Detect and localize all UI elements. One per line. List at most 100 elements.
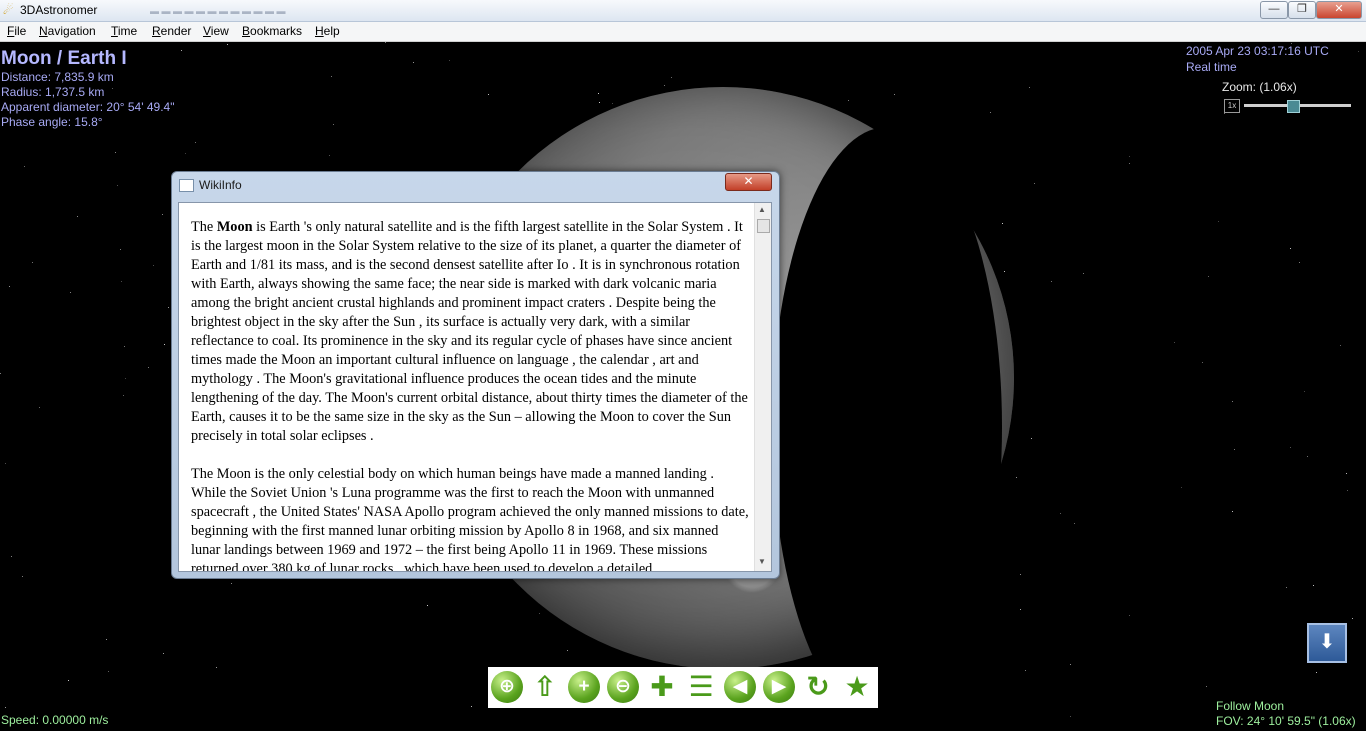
app-icon: ☄ (3, 3, 14, 17)
rewind-tool[interactable]: ◀ (724, 671, 756, 703)
refresh-tool[interactable]: ↻ (802, 671, 834, 703)
star (1208, 276, 1209, 277)
minimize-button[interactable]: — (1260, 1, 1288, 19)
star (24, 166, 25, 167)
star (77, 216, 78, 217)
dialog-content[interactable]: The Moon is Earth 's only natural satell… (178, 202, 772, 572)
menu-view[interactable]: View (203, 24, 229, 38)
add-list-tool[interactable]: ☰ (685, 671, 717, 703)
panel-toggle-button[interactable]: ⬇ (1307, 623, 1347, 663)
star (22, 576, 23, 577)
star (1129, 156, 1130, 157)
star (5, 707, 6, 708)
star (894, 94, 895, 95)
star (39, 407, 40, 408)
wiki-paragraph: The Moon is the only celestial body on w… (191, 466, 749, 572)
star (329, 155, 330, 156)
zoom-out-tool[interactable]: ⊖ (607, 671, 639, 703)
follow-text: Follow Moon (1216, 699, 1285, 713)
speed-text: Speed: 0.00000 m/s (1, 713, 109, 727)
star (1316, 672, 1317, 673)
star (1020, 574, 1021, 575)
star (153, 265, 154, 266)
ghost-menu-text: ▬ ▬ ▬ ▬ ▬ ▬ ▬ ▬ ▬ ▬ ▬ ▬ (150, 6, 286, 16)
menu-navigation[interactable]: Navigation (39, 24, 96, 38)
star (231, 583, 232, 584)
star (68, 680, 69, 681)
star (108, 671, 109, 672)
star (990, 112, 991, 113)
star (112, 88, 113, 89)
radius-text: Radius: 1,737.5 km (1, 85, 105, 99)
close-button[interactable]: ✕ (1316, 1, 1362, 19)
star (216, 667, 217, 668)
time-mode-text: Real time (1186, 60, 1237, 74)
menu-file[interactable]: File (7, 24, 26, 38)
zoom-in-tool[interactable]: ⊕ (491, 671, 523, 703)
dialog-close-button[interactable]: ✕ (725, 173, 772, 191)
menu-time[interactable]: Time (111, 24, 137, 38)
star (1031, 438, 1032, 439)
star (664, 85, 665, 86)
menu-help[interactable]: Help (315, 24, 340, 38)
zoom-reset-button[interactable]: 1x (1224, 99, 1240, 113)
star (185, 153, 186, 154)
zoom-out-icon: ⊖ (615, 676, 631, 697)
star (1352, 618, 1353, 619)
star (385, 42, 386, 43)
star (1051, 281, 1052, 282)
wiki-article: The Moon is Earth 's only natural satell… (191, 218, 751, 572)
star (1290, 447, 1291, 448)
star (333, 124, 334, 125)
star (162, 214, 163, 215)
dialog-title: WikiInfo (199, 178, 242, 192)
zoom-slider-thumb[interactable] (1287, 100, 1301, 113)
star (1340, 345, 1341, 346)
menu-bookmarks[interactable]: Bookmarks (242, 24, 302, 38)
add-tool[interactable]: + (568, 671, 600, 703)
up-arrow-icon: ⇧ (533, 671, 557, 702)
scroll-down-icon[interactable]: ▼ (758, 557, 766, 566)
plus-icon: + (578, 676, 590, 697)
star (1070, 716, 1071, 717)
star (612, 103, 613, 104)
star (1060, 513, 1061, 514)
title-bar: ☄ 3DAstronomer ▬ ▬ ▬ ▬ ▬ ▬ ▬ ▬ ▬ ▬ ▬ ▬ —… (0, 0, 1366, 22)
star (124, 346, 125, 347)
maximize-button[interactable]: ❐ (1288, 1, 1316, 19)
star (1020, 609, 1021, 610)
new-page-tool[interactable]: ✚ (646, 671, 678, 703)
star (1034, 183, 1035, 184)
fast-forward-tool[interactable]: ▶ (763, 671, 795, 703)
star (121, 281, 122, 282)
star (117, 185, 118, 186)
star (567, 650, 568, 651)
rewind-icon: ◀ (732, 676, 748, 697)
star (1181, 487, 1182, 488)
star (120, 249, 121, 250)
star (1129, 163, 1130, 164)
up-tool[interactable]: ⇧ (529, 671, 561, 703)
star (148, 367, 149, 368)
star (848, 100, 849, 101)
star (1232, 401, 1233, 402)
star (1218, 221, 1219, 222)
scroll-up-icon[interactable]: ▲ (758, 205, 766, 214)
star (1358, 51, 1359, 52)
star (449, 60, 450, 61)
star (413, 62, 414, 63)
star (1129, 615, 1130, 616)
add-list-icon: ☰ (688, 671, 714, 702)
dialog-window-icon (179, 179, 194, 192)
menu-render[interactable]: Render (152, 24, 191, 38)
star (1016, 477, 1017, 478)
dialog-scrollbar[interactable]: ▲ ▼ (754, 203, 771, 571)
fast-forward-icon: ▶ (771, 676, 787, 697)
star (1313, 585, 1314, 586)
star (1232, 511, 1233, 512)
scroll-thumb[interactable] (757, 219, 770, 233)
favorite-tool[interactable]: ★ (841, 671, 873, 703)
star (181, 50, 182, 51)
zoom-in-icon: ⊕ (499, 676, 515, 697)
star (227, 44, 228, 45)
